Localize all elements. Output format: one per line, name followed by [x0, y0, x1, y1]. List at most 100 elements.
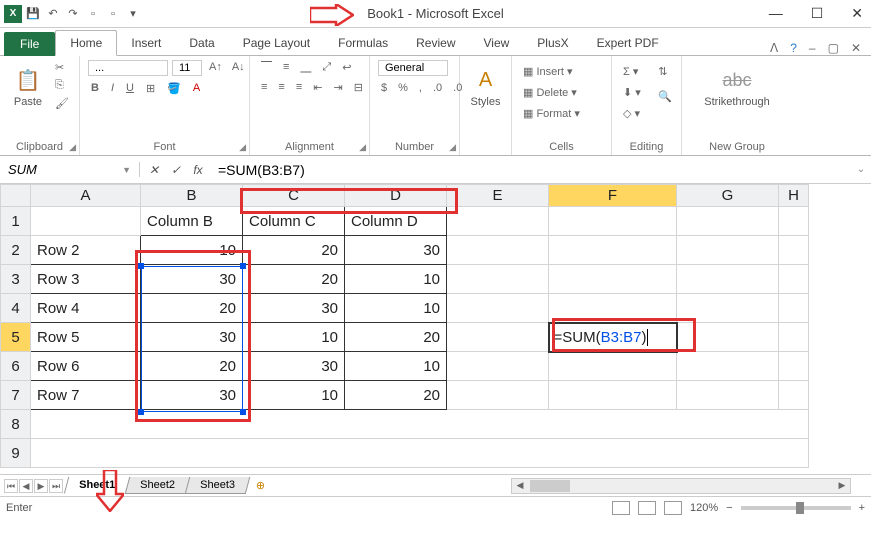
row-header[interactable]: 2	[1, 236, 31, 265]
col-header[interactable]: G	[677, 185, 779, 207]
help-icon[interactable]: ?	[790, 41, 797, 55]
paste-button[interactable]: 📋 Paste	[8, 60, 48, 112]
row-header[interactable]: 6	[1, 352, 31, 381]
align-left-icon[interactable]: ≡	[258, 80, 270, 95]
orientation-icon[interactable]: ⤢	[319, 60, 334, 75]
formulas-tab[interactable]: Formulas	[324, 31, 402, 55]
sheet-tab[interactable]: Sheet3	[185, 477, 250, 494]
increase-decimal-icon[interactable]: .0	[430, 81, 445, 95]
align-center-icon[interactable]: ≡	[275, 80, 287, 95]
cell[interactable]: Column D	[345, 207, 447, 236]
formula-bar-input[interactable]: =SUM(B3:B7)	[212, 162, 851, 178]
save-icon[interactable]: 💾	[24, 5, 42, 23]
cell[interactable]: 20	[243, 236, 345, 265]
active-cell[interactable]: =SUM(B3:B7)	[549, 323, 677, 352]
page-layout-tab[interactable]: Page Layout	[229, 31, 324, 55]
bold-button[interactable]: B	[88, 81, 102, 96]
increase-font-icon[interactable]: A↑	[206, 60, 225, 76]
cell[interactable]: 30	[141, 381, 243, 410]
currency-icon[interactable]: $	[378, 81, 390, 95]
cell[interactable]: 30	[243, 294, 345, 323]
cell[interactable]: 20	[243, 265, 345, 294]
doc-minimize-icon[interactable]: –	[809, 41, 816, 55]
cell[interactable]: Row 5	[31, 323, 141, 352]
row-header[interactable]: 9	[1, 439, 31, 468]
format-cells-button[interactable]: ▦ Format ▾	[520, 106, 603, 121]
strikethrough-button[interactable]: abc Strikethrough	[690, 60, 784, 112]
sheet-tab[interactable]: Sheet2	[125, 477, 190, 494]
cell[interactable]: 20	[345, 323, 447, 352]
zoom-in-button[interactable]: +	[859, 502, 865, 514]
cell[interactable]: Column B	[141, 207, 243, 236]
file-tab[interactable]: File	[4, 32, 55, 56]
undo-icon[interactable]: ↶	[44, 5, 62, 23]
italic-button[interactable]: I	[108, 81, 117, 96]
expert-pdf-tab[interactable]: Expert PDF	[583, 31, 673, 55]
cell[interactable]: 20	[141, 294, 243, 323]
font-family-select[interactable]: ...	[88, 60, 168, 76]
wrap-text-icon[interactable]: ↩	[339, 60, 354, 75]
insert-cells-button[interactable]: ▦ Insert ▾	[520, 64, 603, 79]
find-select-icon[interactable]: 🔍	[655, 89, 675, 104]
fill-color-icon[interactable]: 🪣	[164, 81, 184, 96]
cell[interactable]: 10	[243, 381, 345, 410]
col-header[interactable]: B	[141, 185, 243, 207]
font-launcher-icon[interactable]: ◢	[239, 142, 246, 153]
cell[interactable]: 10	[345, 294, 447, 323]
cell[interactable]: Row 4	[31, 294, 141, 323]
cell[interactable]: 10	[141, 236, 243, 265]
maximize-button[interactable]: ☐	[811, 5, 824, 22]
col-header[interactable]: D	[345, 185, 447, 207]
align-top-icon[interactable]: ⎺	[258, 60, 275, 75]
redo-icon[interactable]: ↷	[64, 5, 82, 23]
cell[interactable]: 10	[345, 352, 447, 381]
sheet-nav-next-icon[interactable]: ▶	[34, 479, 48, 493]
name-box-dropdown-icon[interactable]: ▼	[122, 165, 131, 175]
number-format-select[interactable]: General	[378, 60, 448, 76]
cell[interactable]: 30	[141, 323, 243, 352]
col-header[interactable]: C	[243, 185, 345, 207]
align-right-icon[interactable]: ≡	[293, 80, 305, 95]
comma-icon[interactable]: ,	[416, 81, 425, 95]
decrease-indent-icon[interactable]: ⇤	[310, 80, 325, 95]
cut-icon[interactable]: ✂	[52, 60, 72, 75]
clear-icon[interactable]: ◇ ▾	[620, 106, 673, 121]
data-tab[interactable]: Data	[175, 31, 228, 55]
view-tab[interactable]: View	[470, 31, 524, 55]
cell[interactable]: 10	[243, 323, 345, 352]
expand-formula-bar-icon[interactable]: ⌄	[851, 164, 871, 175]
doc-restore-icon[interactable]: ▢	[828, 41, 839, 55]
cell[interactable]: 30	[345, 236, 447, 265]
close-button[interactable]: ✕	[851, 5, 863, 22]
scroll-right-icon[interactable]: ▶	[834, 480, 850, 491]
cell[interactable]: Row 3	[31, 265, 141, 294]
clipboard-launcher-icon[interactable]: ◢	[69, 142, 76, 153]
sheet-nav-prev-icon[interactable]: ◀	[19, 479, 33, 493]
cell[interactable]: Column C	[243, 207, 345, 236]
col-header[interactable]: E	[447, 185, 549, 207]
col-header[interactable]: H	[779, 185, 809, 207]
delete-cells-button[interactable]: ▦ Delete ▾	[520, 85, 603, 100]
alignment-launcher-icon[interactable]: ◢	[359, 142, 366, 153]
sheet-nav-last-icon[interactable]: ⏭	[49, 479, 63, 493]
insert-tab[interactable]: Insert	[117, 31, 175, 55]
row-header[interactable]: 3	[1, 265, 31, 294]
doc-close-icon[interactable]: ✕	[851, 41, 861, 55]
cell[interactable]: 20	[345, 381, 447, 410]
new-sheet-icon[interactable]: ⊕	[248, 477, 273, 494]
zoom-slider[interactable]	[741, 506, 851, 510]
minimize-button[interactable]: —	[769, 5, 783, 22]
percent-icon[interactable]: %	[395, 81, 411, 95]
row-header[interactable]: 8	[1, 410, 31, 439]
merge-icon[interactable]: ⊟	[351, 80, 366, 95]
row-header[interactable]: 5	[1, 323, 31, 352]
horizontal-scrollbar[interactable]: ◀ ▶	[511, 478, 851, 494]
scroll-left-icon[interactable]: ◀	[512, 480, 528, 491]
zoom-out-button[interactable]: −	[726, 502, 732, 514]
cell[interactable]: Row 2	[31, 236, 141, 265]
qat-dropdown-icon[interactable]: ▾	[124, 5, 142, 23]
worksheet-grid[interactable]: A B C D E F G H 1 Column B Column C Colu…	[0, 184, 871, 474]
number-launcher-icon[interactable]: ◢	[449, 142, 456, 153]
page-layout-view-icon[interactable]	[638, 501, 656, 515]
row-header[interactable]: 4	[1, 294, 31, 323]
